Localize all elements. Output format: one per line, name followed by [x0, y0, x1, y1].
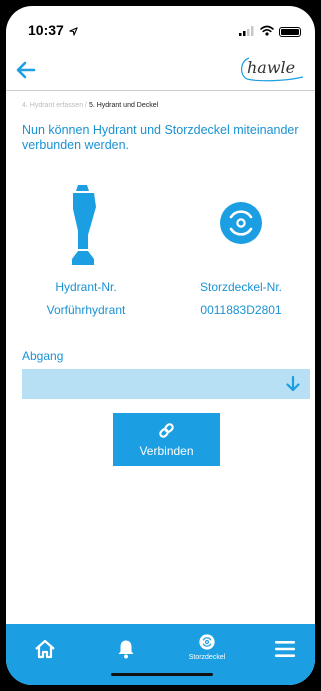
- breadcrumb-current: 5. Hydrant und Deckel: [88, 102, 159, 109]
- app-screen: 10:37 hawle 4. Hydrant erfassen / 5. Hyd…: [6, 6, 315, 685]
- connect-button[interactable]: Verbinden: [113, 413, 220, 466]
- breadcrumb-previous[interactable]: 4. Hydrant erfassen: [22, 102, 83, 109]
- battery-icon: [279, 27, 301, 37]
- top-bar: hawle: [6, 52, 315, 88]
- home-indicator: [111, 673, 213, 676]
- home-icon: [35, 639, 55, 659]
- tab-storzdeckel[interactable]: Storzdeckel: [176, 624, 238, 674]
- abgang-label: Abgang: [22, 349, 64, 363]
- wifi-icon: [260, 23, 274, 41]
- breadcrumb: 4. Hydrant erfassen / 5. Hydrant und Dec…: [22, 102, 158, 109]
- logo-text: hawle: [247, 58, 296, 77]
- abgang-select[interactable]: [22, 369, 310, 399]
- menu-icon: [275, 641, 295, 657]
- hawle-logo: hawle: [237, 55, 307, 83]
- status-time: 10:37: [28, 22, 64, 38]
- storzdeckel-number-label: Storzdeckel-Nr.: [199, 280, 283, 294]
- storzdeckel-cover-icon: [171, 181, 311, 271]
- tab-notifications[interactable]: [101, 624, 151, 674]
- storzdeckel-number-value: 0011883D2801: [200, 303, 282, 317]
- status-bar: 10:37: [6, 6, 315, 48]
- tab-storzdeckel-label: Storzdeckel: [188, 654, 226, 661]
- back-arrow-icon[interactable]: [14, 58, 38, 82]
- tab-menu[interactable]: [261, 624, 311, 674]
- link-icon: [158, 422, 175, 439]
- hydrant-number-label: Hydrant-Nr.: [55, 280, 117, 294]
- header-divider: [6, 90, 315, 91]
- hydrant-number-value: Vorführhydrant: [46, 303, 126, 317]
- hydrant-icon: [16, 181, 156, 271]
- arrow-down-icon: [284, 375, 302, 393]
- intro-text: Nun können Hydrant und Storzdeckel mitei…: [22, 123, 299, 152]
- storzdeckel-section: Storzdeckel-Nr. 0011883D2801: [171, 181, 311, 317]
- tab-home[interactable]: [20, 624, 70, 674]
- connect-button-label: Verbinden: [139, 444, 194, 458]
- bell-icon: [118, 640, 134, 659]
- signal-icon: [239, 23, 255, 41]
- hydrant-section: Hydrant-Nr. Vorführhydrant: [16, 181, 156, 317]
- location-arrow-icon: [69, 23, 78, 41]
- storzdeckel-icon: [199, 634, 215, 650]
